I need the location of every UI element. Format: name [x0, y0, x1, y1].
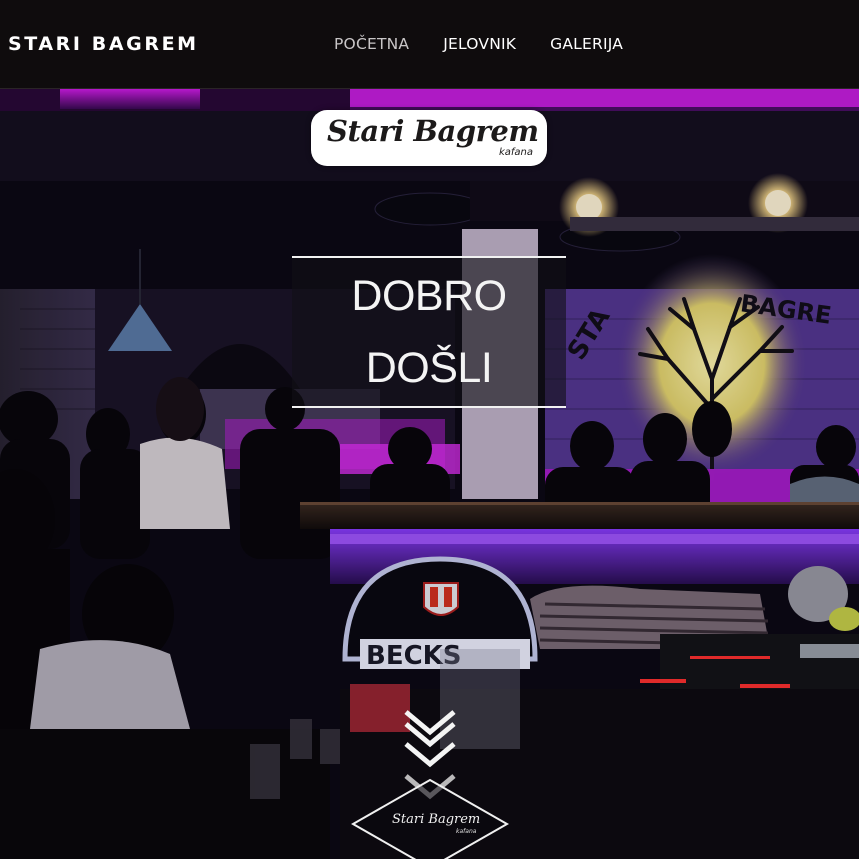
logo-subtitle: kafana: [498, 147, 533, 158]
bottom-logo-subtitle: kafana: [456, 828, 477, 835]
brand-link[interactable]: STARI BAGREM: [8, 33, 199, 55]
nav-item-galerija[interactable]: GALERIJA: [550, 35, 623, 53]
site-logo[interactable]: Stari Bagrem kafana: [311, 110, 547, 166]
welcome-heading-line2: DOŠLI: [365, 344, 493, 392]
welcome-heading-line1: DOBRO: [351, 272, 507, 320]
bottom-logo-title: Stari Bagrem: [392, 812, 481, 827]
main-nav: POČETNA JELOVNIK GALERIJA: [334, 35, 657, 53]
nav-item-pocetna[interactable]: POČETNA: [334, 35, 409, 53]
top-navbar: STARI BAGREM POČETNA JELOVNIK GALERIJA: [0, 0, 859, 89]
page: STARI BAGREM POČETNA JELOVNIK GALERIJA S…: [0, 0, 859, 859]
welcome-box: DOBRO DOŠLI: [292, 256, 566, 408]
logo-title: Stari Bagrem: [327, 114, 539, 148]
nav-item-jelovnik[interactable]: JELOVNIK: [443, 35, 516, 53]
